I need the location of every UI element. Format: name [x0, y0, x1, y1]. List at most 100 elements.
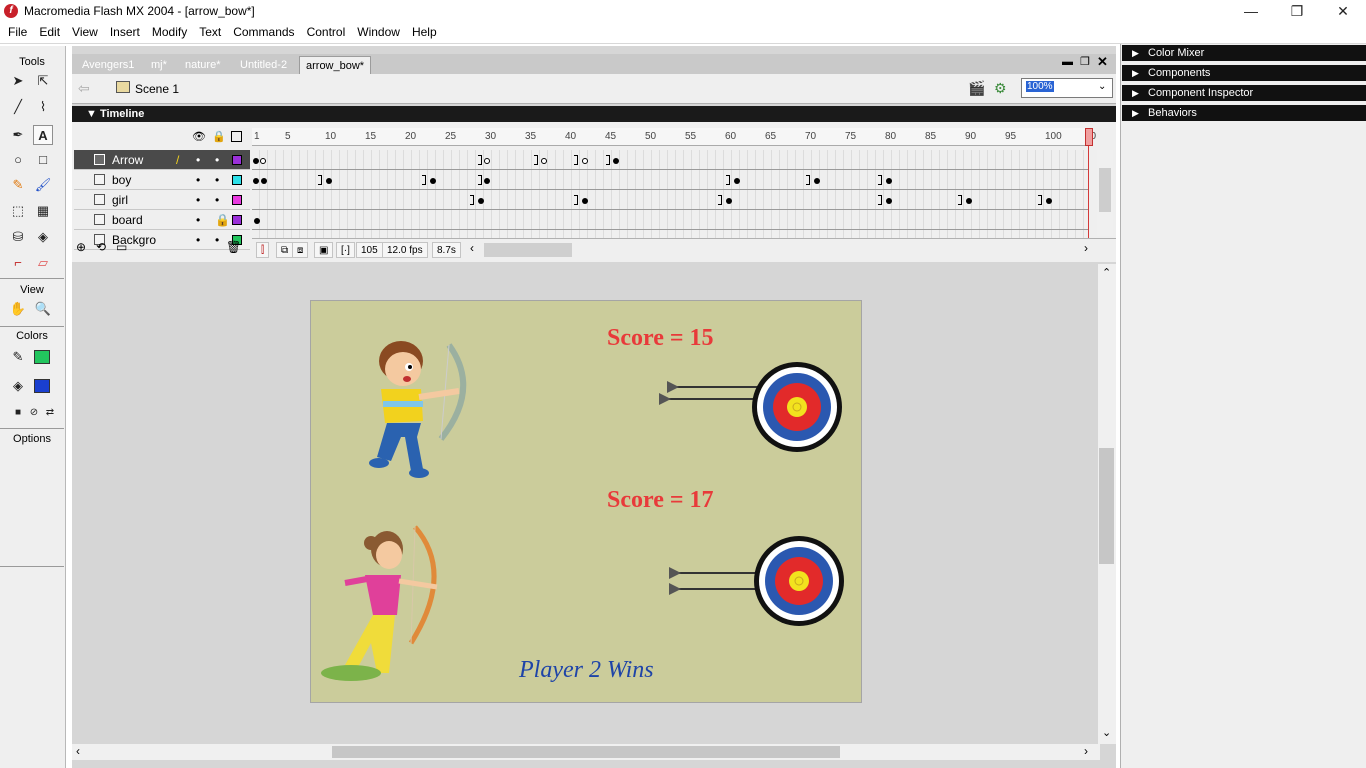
keyframe[interactable] [478, 198, 484, 204]
menu-file[interactable]: File [0, 22, 33, 42]
doc-restore-icon[interactable]: ❐ [1080, 55, 1090, 68]
back-arrow-icon[interactable]: ⇦ [78, 80, 90, 97]
center-frame-icon[interactable]: ⫿ [256, 242, 270, 258]
outline-color-box[interactable] [232, 195, 242, 205]
menu-control[interactable]: Control [301, 22, 352, 42]
keyframe[interactable] [478, 175, 482, 185]
rectangle-tool-icon[interactable]: □ [33, 150, 53, 170]
girl-archer[interactable] [315, 523, 455, 689]
onion-outline-icon[interactable]: ⧈ [292, 242, 309, 258]
pencil-tool-icon[interactable]: ✎ [8, 175, 28, 195]
visibility-dot[interactable]: • [196, 190, 200, 210]
lock-dot[interactable]: 🔒 [215, 210, 230, 230]
menu-edit[interactable]: Edit [33, 22, 66, 42]
menu-insert[interactable]: Insert [104, 22, 146, 42]
doc-minimize-icon[interactable]: ▬ [1062, 56, 1073, 68]
outline-color-box[interactable] [232, 215, 242, 225]
keyframe[interactable] [430, 178, 436, 184]
arrow-tool-icon[interactable]: ➤ [8, 71, 28, 91]
insert-layer-icon[interactable]: ⊕ [76, 240, 86, 254]
stage-vscroll-thumb[interactable] [1099, 448, 1114, 564]
menu-help[interactable]: Help [406, 22, 443, 42]
restore-button[interactable]: ❐ [1274, 0, 1320, 22]
visibility-dot[interactable]: • [196, 150, 200, 170]
stage-hscroll-thumb[interactable] [332, 746, 840, 758]
keyframe[interactable] [726, 175, 730, 185]
timeline-hscroll-thumb[interactable] [484, 243, 572, 257]
keyframe[interactable] [253, 178, 259, 184]
edit-scene-icon[interactable]: 🎬 [968, 80, 985, 97]
keyframe[interactable] [958, 195, 962, 205]
line-tool-icon[interactable]: ╱ [8, 97, 28, 117]
doc-close-icon[interactable]: ✕ [1097, 54, 1108, 70]
layer-row-boy[interactable]: boy • • [74, 170, 250, 190]
delete-layer-icon[interactable]: 🗑 [226, 240, 241, 254]
minimize-button[interactable]: — [1228, 0, 1274, 22]
target-board-1[interactable] [659, 359, 849, 455]
frame-ruler[interactable]: 1 5 10 15 20 25 30 35 40 45 50 55 60 65 70 75 80 85 90 95 10… [252, 128, 1096, 146]
keyframe[interactable] [886, 178, 892, 184]
insert-folder-icon[interactable]: ▭ [116, 240, 127, 254]
keyframe[interactable] [260, 158, 266, 164]
keyframe[interactable] [478, 155, 482, 165]
outline-color-box[interactable] [232, 155, 242, 165]
lasso-tool-icon[interactable]: ⌇ [33, 97, 53, 117]
menu-text[interactable]: Text [193, 22, 227, 42]
keyframe[interactable] [606, 155, 610, 165]
ink-bottle-tool-icon[interactable]: ⛁ [8, 227, 28, 247]
keyframe[interactable] [878, 175, 882, 185]
keyframe[interactable] [1046, 198, 1052, 204]
zoom-tool-icon[interactable]: 🔍 [33, 299, 53, 319]
frame-row[interactable] [252, 170, 1088, 190]
fill-transform-tool-icon[interactable]: ▦ [33, 201, 53, 221]
edit-multiple-frames-icon[interactable]: ▣ [314, 242, 334, 258]
keyframe[interactable] [326, 178, 332, 184]
hscroll-right-icon[interactable]: › [1084, 744, 1088, 758]
panel-components[interactable]: ▶ Components [1122, 65, 1366, 81]
keyframe[interactable] [318, 175, 322, 185]
keyframe[interactable] [484, 158, 490, 164]
frame-row[interactable] [252, 190, 1088, 210]
oval-tool-icon[interactable]: ○ [8, 150, 28, 170]
menu-window[interactable]: Window [351, 22, 406, 42]
pen-tool-icon[interactable]: ✒ [8, 125, 28, 145]
panel-color-mixer[interactable]: ▶ Color Mixer [1122, 45, 1366, 61]
scroll-up-icon[interactable]: ⌃ [1102, 266, 1111, 279]
keyframe[interactable] [966, 198, 972, 204]
keyframe[interactable] [718, 195, 722, 205]
paint-bucket-tool-icon[interactable]: ◈ [33, 227, 53, 247]
free-transform-tool-icon[interactable]: ⬚ [8, 201, 28, 221]
playhead-marker[interactable] [1085, 128, 1093, 146]
scroll-down-icon[interactable]: ⌄ [1102, 726, 1111, 739]
menu-commands[interactable]: Commands [227, 22, 300, 42]
keyframe[interactable] [422, 175, 426, 185]
frame-row[interactable] [252, 210, 1088, 230]
subselect-tool-icon[interactable]: ⇱ [33, 71, 53, 91]
fill-color-swatch[interactable] [34, 379, 50, 393]
keyframe[interactable] [541, 158, 547, 164]
lock-dot[interactable]: • [215, 230, 219, 250]
visibility-dot[interactable]: • [196, 170, 200, 190]
panel-component-inspector[interactable]: ▶ Component Inspector [1122, 85, 1366, 101]
chevron-down-icon[interactable]: ⌄ [1098, 81, 1106, 92]
keyframe[interactable] [253, 158, 259, 164]
visibility-dot[interactable]: • [196, 230, 200, 250]
lock-dot[interactable]: • [215, 150, 219, 170]
swap-colors-icon[interactable]: ⇄ [40, 403, 60, 423]
keyframe[interactable] [726, 198, 732, 204]
keyframe[interactable] [574, 155, 578, 165]
keyframe[interactable] [582, 198, 588, 204]
keyframe[interactable] [806, 175, 810, 185]
keyframe[interactable] [534, 155, 538, 165]
edit-symbol-icon[interactable]: ⚙ [994, 80, 1007, 97]
menu-view[interactable]: View [66, 22, 104, 42]
menu-modify[interactable]: Modify [146, 22, 193, 42]
frame-row[interactable] [252, 150, 1088, 170]
eraser-tool-icon[interactable]: ▱ [33, 253, 53, 273]
lock-dot[interactable]: • [215, 190, 219, 210]
text-tool-icon[interactable]: A [33, 125, 53, 145]
target-board-2[interactable] [667, 533, 849, 629]
layer-row-board[interactable]: board • 🔒 [74, 210, 250, 230]
tab-avengers1[interactable]: Avengers1 [76, 56, 140, 74]
outline-color-box[interactable] [232, 175, 242, 185]
